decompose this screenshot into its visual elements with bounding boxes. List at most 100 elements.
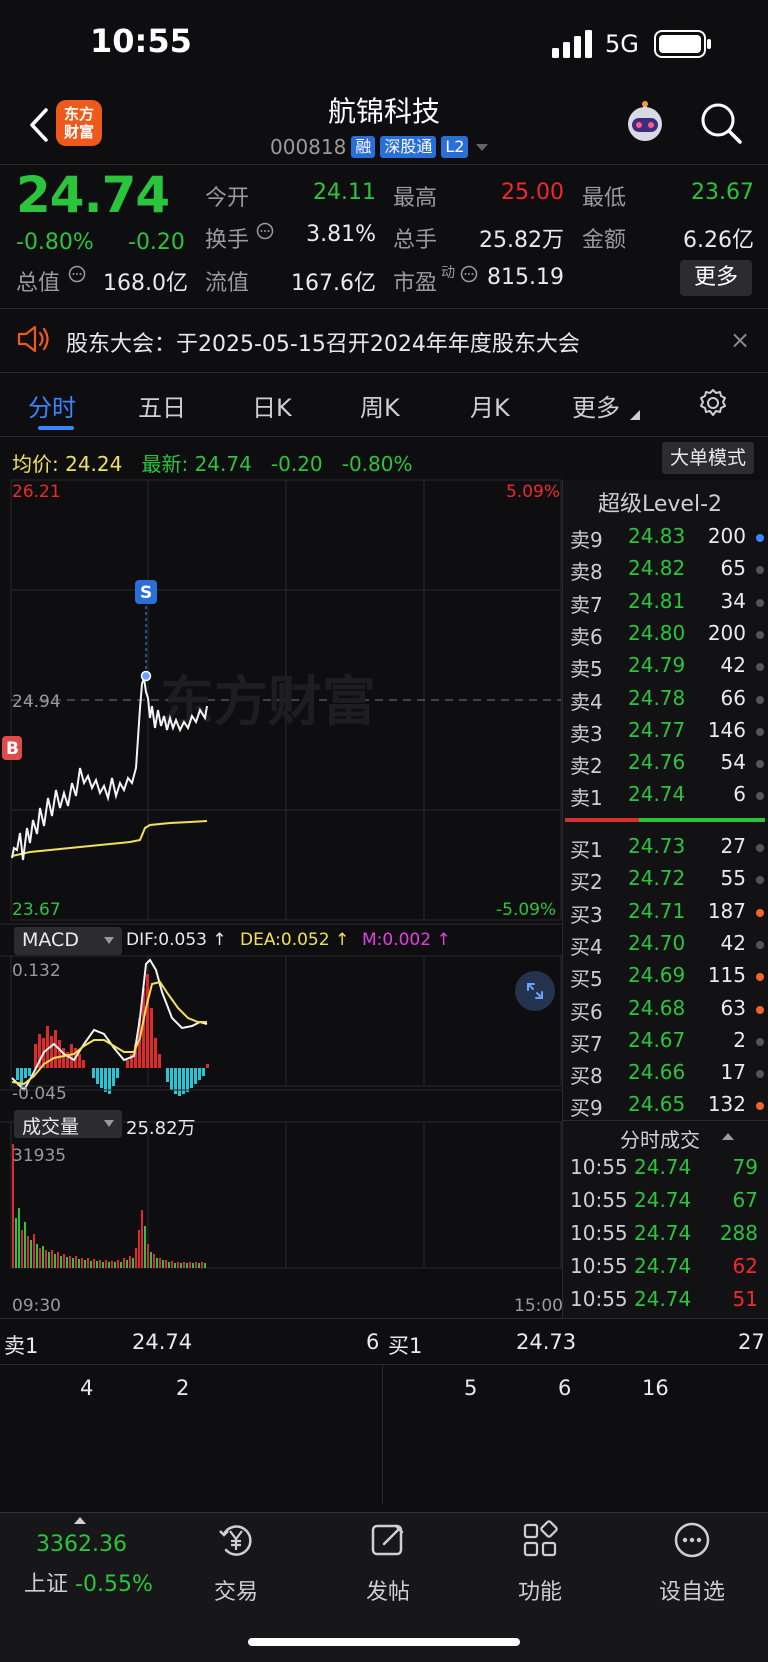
ask-volume: 34	[720, 588, 746, 613]
summary-divider	[382, 1364, 383, 1504]
order-flag-dot	[756, 1102, 764, 1111]
notice-text[interactable]: 股东大会：于2025-05-15召开2024年年度股东大会	[66, 326, 580, 358]
intraday-chart[interactable]: 东方财富 S B	[0, 478, 562, 1318]
nav-trade[interactable]: 交易	[176, 1520, 296, 1606]
tab-more[interactable]: 更多	[572, 388, 620, 423]
robot-assistant-icon[interactable]	[622, 100, 668, 146]
ask-price: 24.83	[628, 524, 686, 548]
chevron-up-icon[interactable]	[74, 1516, 86, 1524]
ask-row[interactable]: 卖7 24.81 34	[570, 589, 768, 621]
bid-price: 24.66	[628, 1060, 686, 1085]
ask-volume: 65	[720, 556, 746, 581]
ask-row[interactable]: 卖5 24.79 42	[570, 653, 768, 685]
ask-row[interactable]: 卖2 24.76 54	[570, 750, 768, 782]
trade-row: 10:55 24.74 79	[570, 1155, 768, 1187]
mktcap-label: 总值	[16, 271, 61, 296]
trades-title[interactable]: 分时成交	[620, 1124, 700, 1153]
big-order-mode-button[interactable]: 大单模式	[662, 442, 754, 474]
order-flag-dot	[756, 1037, 764, 1046]
bid-row[interactable]: 买8 24.66 17	[570, 1060, 768, 1092]
tab-intraday[interactable]: 分时	[28, 388, 76, 423]
nav-functions[interactable]: 功能	[480, 1520, 600, 1606]
price-axis-high: 26.21	[12, 482, 61, 502]
settings-gear-icon[interactable]	[698, 388, 728, 418]
bid-row[interactable]: 买2 24.72 55	[570, 866, 768, 898]
ask-level: 卖9	[570, 528, 603, 552]
index-quote[interactable]: 上证 -0.55%	[24, 1566, 153, 1598]
avg-value: 24.24	[65, 452, 123, 476]
ask-row[interactable]: 卖1 24.74 6	[570, 782, 768, 814]
search-icon[interactable]	[698, 100, 744, 146]
trade-time: 10:55	[570, 1254, 628, 1278]
nav-post[interactable]: 发帖	[328, 1520, 448, 1606]
macd-selector[interactable]: MACD	[14, 927, 122, 955]
chevron-down-icon	[104, 937, 114, 944]
macd-histogram	[16, 974, 209, 1096]
home-indicator[interactable]	[248, 1638, 520, 1646]
bid-level: 买1	[570, 838, 603, 862]
trade-time: 10:55	[570, 1155, 628, 1179]
network-label: 5G	[605, 30, 639, 58]
info-icon[interactable]	[256, 222, 274, 240]
info-icon[interactable]	[68, 265, 86, 283]
ask-bid-ratio-bar-red	[565, 818, 639, 822]
volume-selector[interactable]: 成交量	[14, 1110, 122, 1138]
trade-time: 10:55	[570, 1287, 628, 1311]
index-value[interactable]: 3362.36	[36, 1532, 127, 1557]
ask-bid-ratio-bar-green	[639, 818, 765, 822]
bid-price: 24.69	[628, 963, 686, 988]
ask-row[interactable]: 卖3 24.77 146	[570, 718, 768, 750]
tab-daily-k[interactable]: 日K	[252, 388, 292, 423]
info-icon[interactable]	[460, 265, 478, 283]
bid-row[interactable]: 买4 24.70 42	[570, 931, 768, 963]
ask-price: 24.82	[628, 556, 686, 581]
bid-volume: 42	[720, 930, 746, 955]
summary-ask-vol: 6	[366, 1330, 380, 1354]
trade-row: 10:55 24.74 288	[570, 1221, 768, 1253]
macd-axis-top: 0.132	[12, 961, 61, 981]
order-flag-dot	[756, 760, 764, 769]
order-flag-dot	[756, 973, 764, 982]
turnover-value: 3.81%	[306, 222, 376, 247]
bid-volume: 27	[720, 834, 746, 858]
signal-icon	[552, 30, 592, 58]
bid-row[interactable]: 买5 24.69 115	[570, 963, 768, 995]
bid-price: 24.73	[628, 834, 686, 858]
expand-icon[interactable]	[514, 970, 556, 1012]
tab-weekly-k[interactable]: 周K	[360, 388, 400, 423]
tab-monthly-k[interactable]: 月K	[470, 388, 510, 423]
ask-queue-item: 4	[80, 1376, 94, 1400]
macd-dea: DEA:0.052 ↑	[240, 930, 350, 950]
ask-price: 24.78	[628, 685, 686, 710]
pct-change: -0.80%	[16, 230, 94, 255]
more-button[interactable]: 更多	[680, 260, 752, 296]
ask-row[interactable]: 卖6 24.80 200	[570, 621, 768, 653]
level2-title[interactable]: 超级Level-2	[562, 486, 768, 518]
bid-row[interactable]: 买1 24.73 27	[570, 834, 768, 866]
avg-label: 均价:	[12, 452, 59, 476]
order-flag-dot	[756, 630, 764, 639]
tab-five-day[interactable]: 五日	[138, 388, 186, 423]
ask-price: 24.79	[628, 653, 686, 678]
bid-volume: 17	[720, 1060, 746, 1085]
chevron-up-icon[interactable]	[722, 1132, 734, 1140]
trade-volume: 79	[732, 1155, 758, 1179]
buy-marker: B	[6, 739, 19, 759]
ask-price: 24.74	[628, 782, 686, 807]
nav-add-watchlist[interactable]: 设自选	[632, 1520, 752, 1606]
bid-row[interactable]: 买3 24.71 187	[570, 899, 768, 931]
bid-row[interactable]: 买7 24.67 2	[570, 1028, 768, 1060]
trade-row: 10:55 24.74 51	[570, 1287, 768, 1319]
float-label: 流值	[205, 271, 250, 296]
turnover-label: 换手	[205, 228, 250, 253]
ask-row[interactable]: 卖4 24.78 66	[570, 686, 768, 718]
ask-row[interactable]: 卖9 24.83 200	[570, 524, 768, 556]
bid-row[interactable]: 买6 24.68 63	[570, 996, 768, 1028]
bid-level: 买9	[570, 1096, 603, 1121]
bid-level: 买4	[570, 934, 603, 959]
notice-close-button[interactable]: ×	[730, 326, 750, 354]
stock-code-row[interactable]: 000818 融 深股通 L2	[270, 134, 491, 160]
last-change: -0.20	[270, 452, 323, 476]
ask-row[interactable]: 卖8 24.82 65	[570, 556, 768, 588]
trade-volume: 67	[732, 1188, 758, 1212]
